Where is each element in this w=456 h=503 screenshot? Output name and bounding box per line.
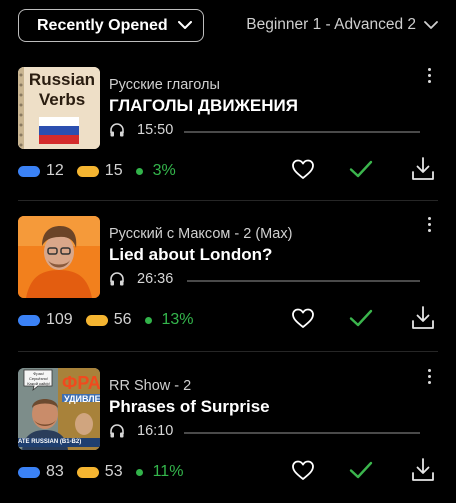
yellow-count: 15: [104, 162, 123, 179]
level-filter-dropdown[interactable]: Beginner 1 - Advanced 2: [246, 16, 438, 34]
yellow-count: 56: [113, 311, 132, 328]
more-vertical-icon[interactable]: [426, 369, 432, 389]
duration-row: 26:36: [109, 271, 173, 287]
lesson-title[interactable]: Phrases of Surprise: [109, 397, 270, 417]
heart-icon[interactable]: [290, 457, 316, 483]
chevron-down-icon: [424, 20, 438, 29]
more-vertical-icon[interactable]: [426, 217, 432, 237]
green-dot-icon: [144, 316, 152, 324]
check-icon[interactable]: [348, 305, 374, 331]
duration-row: 16:10: [109, 423, 173, 439]
lesson-title[interactable]: ГЛАГОЛЫ ДВИЖЕНИЯ: [109, 96, 298, 116]
download-icon[interactable]: [410, 156, 436, 182]
lesson-thumbnail: [18, 216, 100, 298]
more-vertical-icon[interactable]: [426, 68, 432, 88]
level-label: Beginner 1 - Advanced 2: [246, 16, 416, 33]
percent-known: 11%: [152, 463, 184, 480]
check-icon[interactable]: [348, 156, 374, 182]
channel-name: Русские глаголы: [109, 77, 220, 93]
lesson-thumbnail: Russian Verbs: [18, 67, 100, 149]
chevron-down-icon: [177, 21, 192, 29]
blue-count: 109: [46, 311, 73, 328]
top-bar: Recently Opened Beginner 1 - Advanced 2: [0, 0, 456, 52]
stats-row: 83 53 11%: [18, 463, 196, 481]
channel-name: RR Show - 2: [109, 378, 192, 394]
download-icon[interactable]: [410, 305, 436, 331]
check-icon[interactable]: [348, 457, 374, 483]
sort-dropdown[interactable]: Recently Opened: [18, 9, 204, 42]
headphones-icon: [110, 424, 124, 438]
stats-row: 12 15 3%: [18, 162, 189, 180]
heart-icon[interactable]: [290, 305, 316, 331]
progress-track: [184, 432, 420, 434]
yellow-count: 53: [104, 463, 123, 480]
channel-name: Русский с Максом - 2 (Max): [109, 226, 293, 242]
blue-count: 83: [46, 463, 64, 480]
yellow-pill-icon: [76, 466, 99, 478]
headphones-icon: [110, 123, 124, 137]
percent-known: 13%: [161, 311, 194, 328]
duration-text: 26:36: [137, 271, 174, 287]
heart-icon[interactable]: [290, 156, 316, 182]
blue-pill-icon: [18, 466, 40, 478]
progress-track: [187, 280, 420, 282]
duration-row: 15:50: [109, 122, 173, 138]
thumbnail-text: Фраз! Серьёзно! Какой кайф! ФРА УДИВЛЕ A…: [18, 371, 100, 445]
blue-pill-icon: [18, 165, 40, 177]
divider: [18, 351, 438, 352]
lesson-card[interactable]: Русский с Максом - 2 (Max) Lied about Lo…: [0, 201, 456, 351]
progress-track: [184, 131, 420, 133]
download-icon[interactable]: [410, 457, 436, 483]
percent-known: 3%: [152, 162, 176, 179]
yellow-pill-icon: [76, 165, 99, 177]
duration-text: 16:10: [137, 423, 174, 439]
thumbnail-text: Russian Verbs: [28, 70, 96, 109]
lesson-title[interactable]: Lied about London?: [109, 245, 272, 265]
blue-pill-icon: [18, 314, 40, 326]
lesson-card[interactable]: Фраз! Серьёзно! Какой кайф! ФРА УДИВЛЕ A…: [0, 353, 456, 503]
sort-label: Recently Opened: [37, 16, 168, 34]
green-dot-icon: [135, 468, 143, 476]
blue-count: 12: [46, 162, 64, 179]
yellow-pill-icon: [85, 314, 108, 326]
lesson-thumbnail: Фраз! Серьёзно! Какой кайф! ФРА УДИВЛЕ A…: [18, 368, 100, 450]
lesson-card[interactable]: Russian Verbs Русские глаголы ГЛАГОЛЫ ДВ…: [0, 52, 456, 202]
duration-text: 15:50: [137, 122, 174, 138]
headphones-icon: [110, 272, 124, 286]
green-dot-icon: [135, 167, 143, 175]
stats-row: 109 56 13%: [18, 311, 207, 329]
